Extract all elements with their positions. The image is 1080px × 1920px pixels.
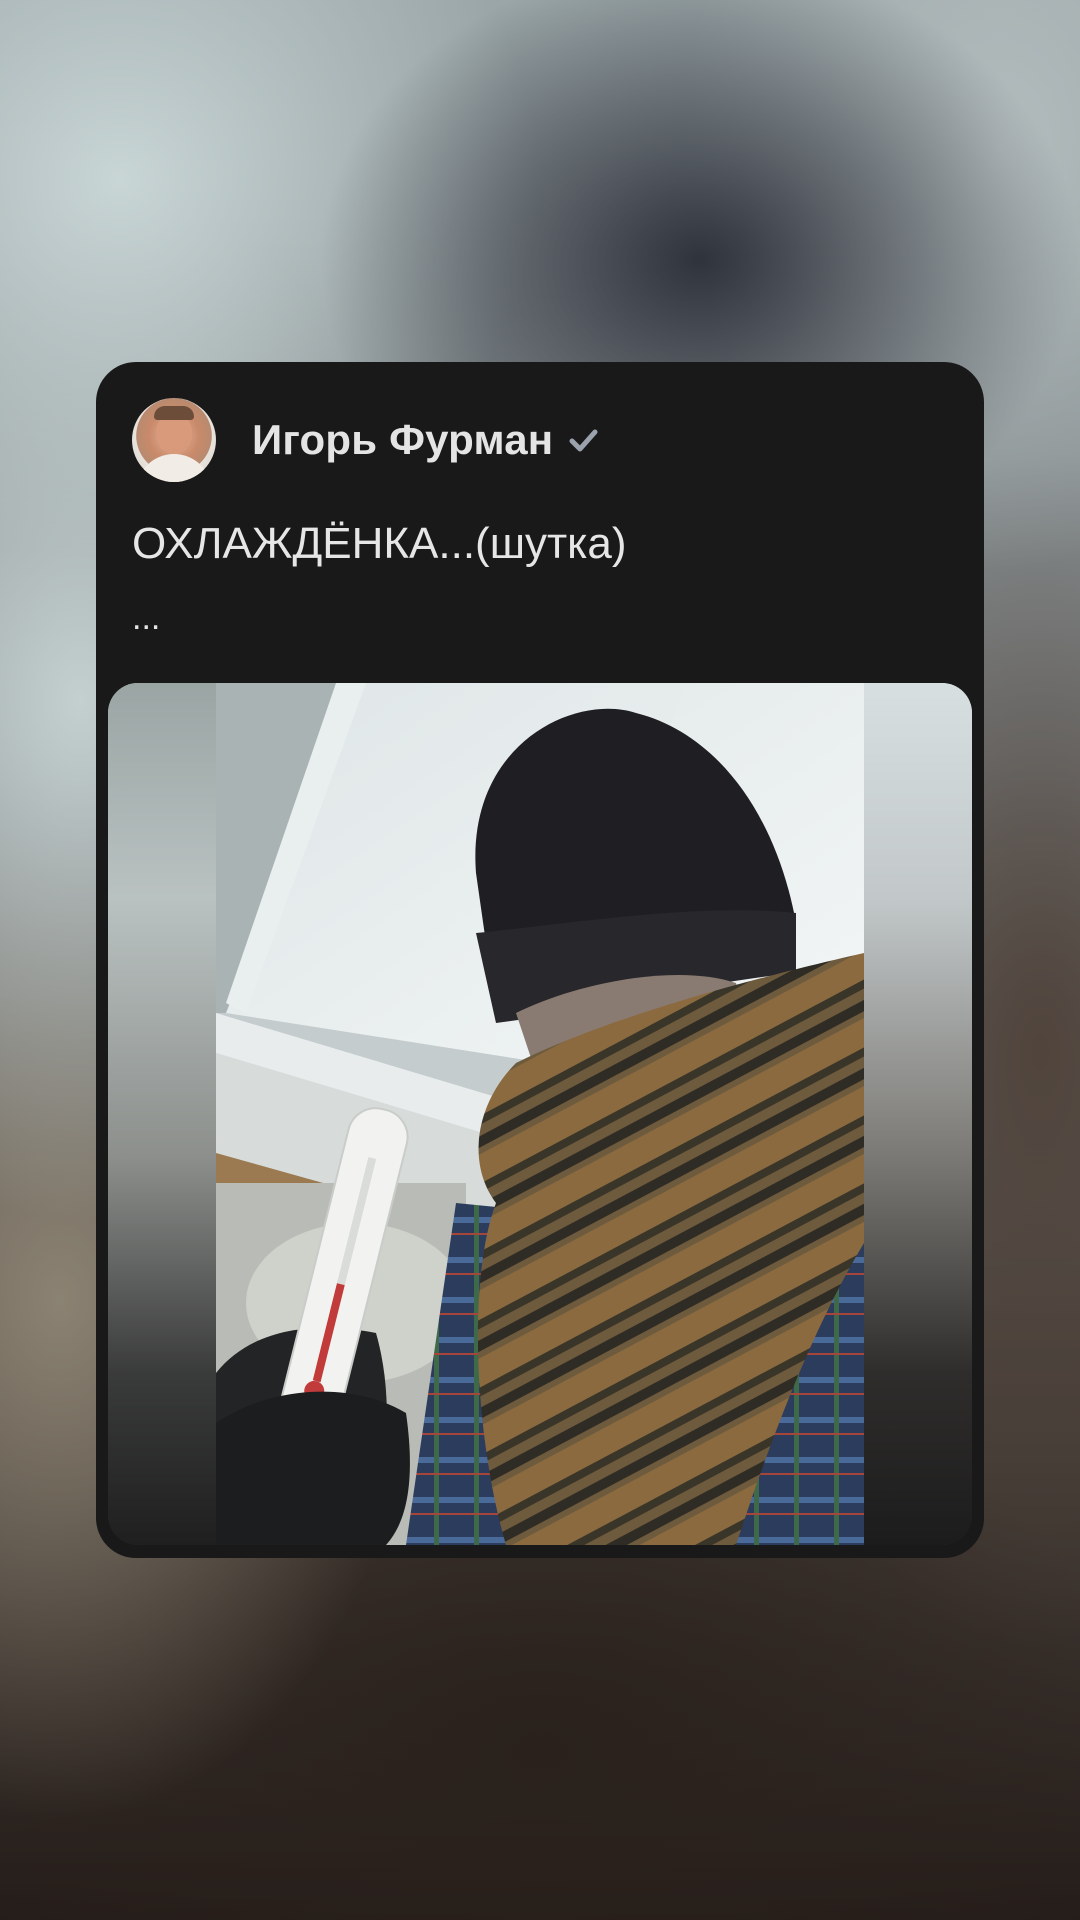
post-photo[interactable] [108, 683, 972, 1545]
post-card[interactable]: Игорь Фурман ОХЛАЖДЁНКА...(шутка) ... [96, 362, 984, 1558]
photo-blur-right [864, 683, 972, 1545]
post-header: Игорь Фурман [132, 397, 599, 483]
avatar[interactable] [132, 398, 216, 482]
photo-image [216, 683, 864, 1545]
verified-check-icon [567, 424, 599, 456]
author-name[interactable]: Игорь Фурман [252, 416, 553, 464]
photo-blur-left [108, 683, 216, 1545]
post-ellipsis[interactable]: ... [132, 598, 160, 638]
post-text: ОХЛАЖДЁНКА...(шутка) [132, 519, 627, 568]
